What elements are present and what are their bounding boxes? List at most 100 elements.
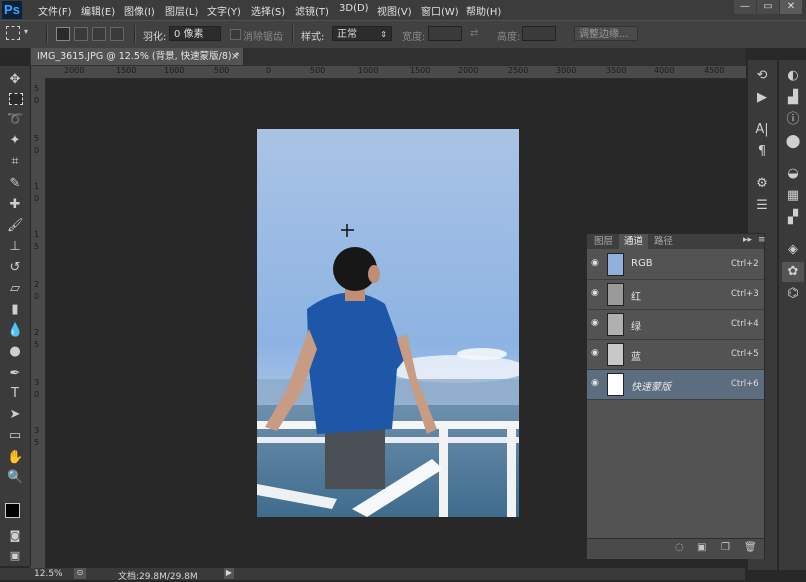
menu-image[interactable]: 图像(I) [124,3,155,18]
height-input[interactable] [522,26,556,41]
menu-type[interactable]: 文字(Y) [207,3,241,18]
ruler-origin[interactable] [30,66,46,78]
adjustments-icon[interactable]: ◒ [782,164,804,184]
blur-tool-icon[interactable]: 💧 [7,323,23,339]
type-tool-icon[interactable]: T [7,386,23,402]
new-selection-icon[interactable] [56,27,70,41]
select-arrow-icon: ⇕ [380,30,387,39]
menu-file[interactable]: 文件(F) [38,3,72,18]
visibility-eye-icon[interactable]: ◉ [591,258,601,268]
rectangle-tool-icon[interactable]: ▭ [7,428,23,444]
panel-menu-icon[interactable]: ≡ [758,235,766,245]
visibility-eye-icon[interactable]: ◉ [591,288,601,298]
eraser-tool-icon[interactable]: ▱ [7,281,23,297]
marquee-tool-preset-icon[interactable] [6,26,20,40]
status-menu-arrow-icon[interactable]: ▶ [224,568,234,579]
refine-edge-button[interactable]: 调整边缘... [574,26,638,41]
menu-filter[interactable]: 滤镜(T) [295,3,329,18]
move-tool-icon[interactable]: ✥ [7,72,23,88]
menu-layer[interactable]: 图层(L) [165,3,198,18]
menu-view[interactable]: 视图(V) [377,3,412,18]
channel-shortcut: Ctrl+6 [731,379,759,389]
document-image[interactable] [257,129,519,517]
crop-tool-icon[interactable]: ⌗ [7,154,23,170]
menu-edit[interactable]: 编辑(E) [81,3,115,18]
character-panel-icon[interactable]: A| [751,120,773,140]
clone-stamp-tool-icon[interactable]: ⊥ [7,239,23,255]
layers-icon[interactable]: ◈ [782,240,804,260]
add-selection-icon[interactable] [74,27,88,41]
menu-window[interactable]: 窗口(W) [421,3,459,18]
brush-tool-icon[interactable]: 🖌 [7,218,24,234]
pen-tool-icon[interactable]: ✒ [7,366,23,382]
channel-row[interactable]: ◉ 蓝 Ctrl+5 [587,340,764,370]
zoom-level[interactable]: 12.5% [34,569,63,579]
ruler-tick: 5 [34,242,40,251]
kuler-icon[interactable]: ⬤ [782,132,804,152]
width-input[interactable] [428,26,462,41]
brush-presets-icon[interactable]: ⚙ [751,174,773,194]
eyedropper-tool-icon[interactable]: ✎ [7,176,23,192]
intersect-selection-icon[interactable] [110,27,124,41]
menu-select[interactable]: 选择(S) [251,3,285,18]
dodge-tool-icon[interactable]: ● [7,344,23,360]
quick-mask-icon[interactable]: ◙ [7,528,23,544]
tool-presets-icon[interactable]: ☰ [751,196,773,216]
channels-icon[interactable]: ✿ [782,262,804,282]
antialias-checkbox[interactable] [230,29,241,40]
channel-row[interactable]: ◉ 绿 Ctrl+4 [587,310,764,340]
menu-help[interactable]: 帮助(H) [466,3,501,18]
zoom-tool-icon[interactable]: 🔍 [7,470,23,486]
visibility-eye-icon[interactable]: ◉ [591,378,601,388]
save-selection-icon[interactable]: ▣ [697,542,706,553]
lasso-tool-icon[interactable]: ➰ [7,112,23,128]
feather-input[interactable]: 0 像素 [169,26,221,41]
collapse-icon[interactable]: ▸▸ [743,235,752,245]
channel-row[interactable]: ◉ 红 Ctrl+3 [587,280,764,310]
horizontal-ruler[interactable]: 2000 1500 1000 500 0 500 1000 1500 2000 … [46,66,746,79]
info-icon[interactable]: ⓘ [782,110,804,130]
subtract-selection-icon[interactable] [92,27,106,41]
history-brush-tool-icon[interactable]: ↺ [7,260,23,276]
style-select[interactable]: 正常 ⇕ [332,26,392,41]
history-panel-icon[interactable]: ⟲ [751,66,773,86]
magic-wand-tool-icon[interactable]: ✦ [7,133,23,149]
styles-icon[interactable]: ▞ [782,208,804,228]
new-channel-icon[interactable]: ❐ [721,542,730,553]
swatches-icon[interactable]: ▦ [782,186,804,206]
photo-content [257,129,519,517]
histogram-icon[interactable]: ▟ [782,88,804,108]
style-label: 样式: [301,32,325,43]
tab-channels[interactable]: 通道 [619,234,649,249]
paragraph-panel-icon[interactable]: ¶ [751,142,773,162]
actions-panel-icon[interactable]: ▶ [751,88,773,108]
visibility-eye-icon[interactable]: ◉ [591,318,601,328]
status-info-icon[interactable]: ⊙ [74,568,86,579]
tab-layers[interactable]: 图层 [589,234,618,249]
healing-brush-tool-icon[interactable]: ✚ [7,197,23,213]
paths-icon[interactable]: ⌬ [782,284,804,304]
menu-3d[interactable]: 3D(D) [339,3,369,14]
channel-row-selected[interactable]: ◉ 快速蒙版 Ctrl+6 [587,370,764,400]
gradient-tool-icon[interactable]: ▮ [7,302,23,318]
channel-row[interactable]: ◉ RGB Ctrl+2 [587,250,764,280]
swap-icon[interactable]: ⇄ [470,28,478,39]
minimize-button[interactable]: — [734,0,756,14]
foreground-color-swatch[interactable] [5,503,20,518]
restore-button[interactable]: ▭ [757,0,779,14]
chevron-down-icon[interactable]: ▾ [24,27,28,36]
color-panel-icon[interactable]: ◐ [782,66,804,86]
visibility-eye-icon[interactable]: ◉ [591,348,601,358]
tab-paths[interactable]: 路径 [649,234,678,249]
screen-mode-icon[interactable]: ▣ [7,548,23,564]
path-selection-tool-icon[interactable]: ➤ [7,407,23,423]
vertical-ruler[interactable]: 5 0 5 0 1 0 1 5 2 0 2 5 3 0 3 5 [30,78,46,568]
rectangular-marquee-tool-icon[interactable] [9,93,23,105]
hand-tool-icon[interactable]: ✋ [7,450,23,466]
close-window-button[interactable]: ✕ [780,0,802,14]
document-tab[interactable]: IMG_3615.JPG @ 12.5% (背景, 快速蒙版/8) * × [31,48,243,65]
load-selection-icon[interactable]: ◌ [675,542,684,553]
delete-channel-icon[interactable]: 🗑 [744,542,757,553]
ruler-tick: 4500 [704,66,725,75]
close-tab-icon[interactable]: × [231,48,239,65]
